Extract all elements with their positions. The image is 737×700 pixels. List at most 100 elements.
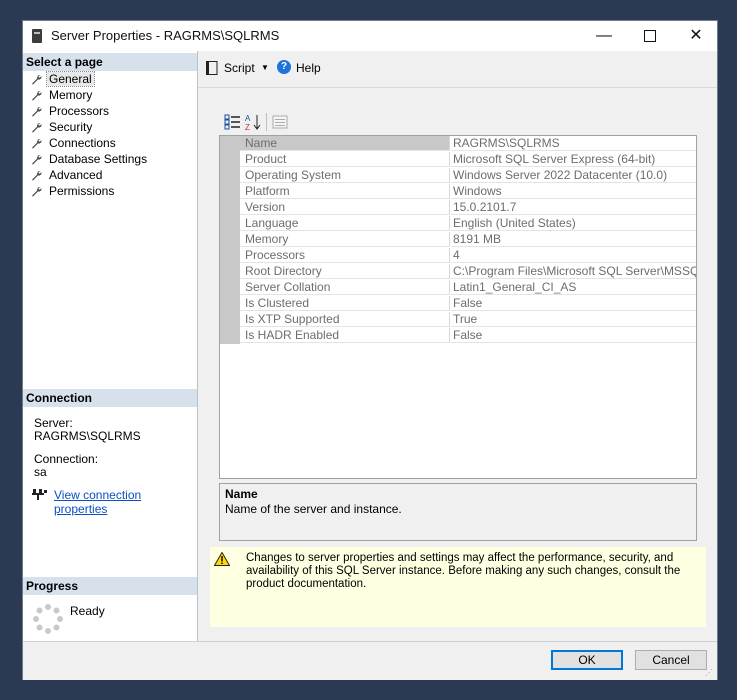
property-value: 15.0.2101.7 xyxy=(451,200,696,215)
property-pages-icon[interactable] xyxy=(271,113,289,131)
property-value: 8191 MB xyxy=(451,232,696,247)
close-icon: ✕ xyxy=(689,27,703,44)
wrench-icon xyxy=(32,171,42,181)
svg-text:A: A xyxy=(245,114,251,123)
property-value: C:\Program Files\Microsoft SQL Server\MS… xyxy=(451,264,696,279)
warning-panel: Changes to server properties and setting… xyxy=(210,547,706,627)
property-grid: Name RAGRMS\SQLRMS Product Microsoft SQL Se… xyxy=(219,135,697,479)
wrench-icon xyxy=(32,187,42,197)
page-list: General Memory Processors Security Conne… xyxy=(29,71,149,199)
progress-spinner-icon xyxy=(33,604,63,634)
cancel-button[interactable]: Cancel xyxy=(635,650,707,670)
left-pane: Select a page General Memory Processors … xyxy=(23,51,198,641)
connection-properties-icon xyxy=(32,489,47,500)
property-name: Memory xyxy=(240,232,450,247)
property-name: Processors xyxy=(240,248,450,263)
property-name: Server Collation xyxy=(240,280,450,295)
maximize-icon xyxy=(644,29,656,42)
property-name: Name xyxy=(240,136,450,151)
server-properties-dialog: Server Properties - RAGRMS\SQLRMS — ✕ Se… xyxy=(22,20,718,680)
grid-margin xyxy=(220,136,240,344)
warning-icon xyxy=(214,552,230,566)
property-value: Latin1_General_CI_AS xyxy=(451,280,696,295)
property-row[interactable]: Memory 8191 MB xyxy=(240,232,696,248)
connection-value: sa xyxy=(34,465,47,479)
property-row[interactable]: Server Collation Latin1_General_CI_AS xyxy=(240,280,696,296)
property-value: English (United States) xyxy=(451,216,696,231)
alphabetical-sort-icon[interactable]: A Z xyxy=(244,113,262,131)
view-connection-properties-link[interactable]: View connection properties xyxy=(54,488,197,516)
property-row[interactable]: Is XTP Supported True xyxy=(240,312,696,328)
property-row[interactable]: Processors 4 xyxy=(240,248,696,264)
property-value: Windows xyxy=(451,184,696,199)
toolbar-separator xyxy=(266,113,267,131)
property-value: True xyxy=(451,312,696,327)
page-label: Permissions xyxy=(49,184,115,198)
close-button[interactable]: ✕ xyxy=(673,21,719,51)
resize-grip-icon[interactable]: ⋰ xyxy=(705,668,715,678)
minimize-icon: — xyxy=(596,27,612,44)
select-page-header: Select a page xyxy=(23,53,197,71)
page-item-general[interactable]: General xyxy=(29,71,149,87)
property-row[interactable]: Root Directory C:\Program Files\Microsoft… xyxy=(240,264,696,280)
description-title: Name xyxy=(225,487,258,501)
progress-header: Progress xyxy=(23,577,197,595)
svg-text:Z: Z xyxy=(245,123,250,131)
page-item-database-settings[interactable]: Database Settings xyxy=(29,151,149,167)
page-label: Connections xyxy=(49,136,116,150)
property-row[interactable]: Language English (United States) xyxy=(240,216,696,232)
maximize-button[interactable] xyxy=(627,21,673,51)
description-panel: Name Name of the server and instance. xyxy=(219,483,697,541)
property-name: Root Directory xyxy=(240,264,450,279)
page-label: Processors xyxy=(49,104,110,118)
wrench-icon xyxy=(32,123,42,133)
page-item-connections[interactable]: Connections xyxy=(29,135,149,151)
property-row[interactable]: Product Microsoft SQL Server Express (64-… xyxy=(240,152,696,168)
page-label: Security xyxy=(49,120,93,134)
property-name: Is XTP Supported xyxy=(240,312,450,327)
help-icon[interactable]: ? xyxy=(277,60,291,74)
description-text: Name of the server and instance. xyxy=(225,502,402,516)
script-button[interactable]: Script xyxy=(224,61,255,75)
connection-label: Connection: xyxy=(34,452,99,466)
minimize-button[interactable]: — xyxy=(581,21,627,51)
title-bar[interactable]: Server Properties - RAGRMS\SQLRMS — ✕ xyxy=(23,21,717,51)
progress-status: Ready xyxy=(70,604,105,618)
property-row[interactable]: Is HADR Enabled False xyxy=(240,328,696,344)
property-name: Operating System xyxy=(240,168,450,183)
page-item-processors[interactable]: Processors xyxy=(29,103,149,119)
page-item-permissions[interactable]: Permissions xyxy=(29,183,149,199)
property-value: False xyxy=(451,296,696,311)
property-name: Product xyxy=(240,152,450,167)
property-row[interactable]: Is Clustered False xyxy=(240,296,696,312)
server-value: RAGRMS\SQLRMS xyxy=(34,429,141,443)
page-item-memory[interactable]: Memory xyxy=(29,87,149,103)
help-button[interactable]: Help xyxy=(296,61,321,75)
property-value: 4 xyxy=(451,248,696,263)
property-row[interactable]: Operating System Windows Server 2022 Data… xyxy=(240,168,696,184)
page-label: General xyxy=(46,71,95,87)
categorized-view-icon[interactable] xyxy=(224,113,242,131)
ok-button[interactable]: OK xyxy=(551,650,623,670)
property-name: Language xyxy=(240,216,450,231)
server-label: Server: xyxy=(34,416,73,430)
wrench-icon xyxy=(32,107,42,117)
property-row[interactable]: Platform Windows xyxy=(240,184,696,200)
property-row[interactable]: Version 15.0.2101.7 xyxy=(240,200,696,216)
server-icon xyxy=(32,29,42,43)
connection-header: Connection xyxy=(23,389,197,407)
page-item-advanced[interactable]: Advanced xyxy=(29,167,149,183)
warning-text: Changes to server properties and setting… xyxy=(246,552,681,590)
page-label: Memory xyxy=(49,88,93,102)
page-label: Advanced xyxy=(49,168,103,182)
wrench-icon xyxy=(32,75,42,85)
property-row[interactable]: Name RAGRMS\SQLRMS xyxy=(240,136,696,152)
wrench-icon xyxy=(32,91,42,101)
property-name: Is Clustered xyxy=(240,296,450,311)
script-icon xyxy=(206,61,218,75)
script-dropdown-chevron-icon[interactable]: ▼ xyxy=(261,63,269,72)
window-title: Server Properties - RAGRMS\SQLRMS xyxy=(51,28,280,43)
property-value: Windows Server 2022 Datacenter (10.0) xyxy=(451,168,696,183)
toolbar: Script ▼ ? Help xyxy=(198,51,717,88)
page-item-security[interactable]: Security xyxy=(29,119,149,135)
